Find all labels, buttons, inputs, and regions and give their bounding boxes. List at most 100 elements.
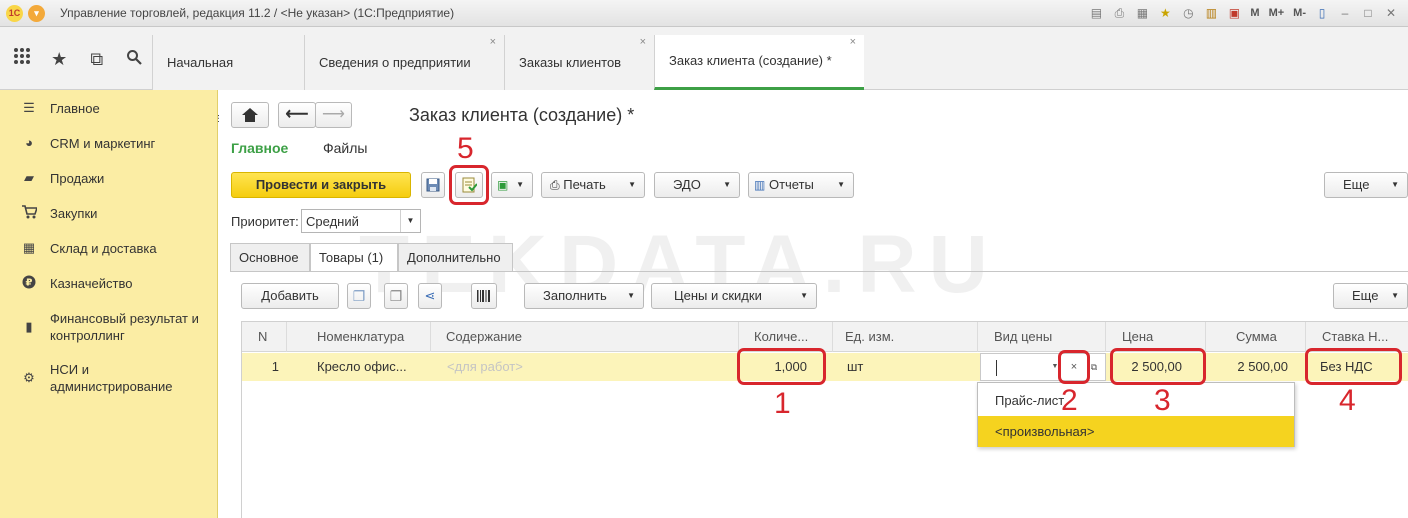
add-button[interactable]: Добавить xyxy=(241,283,339,309)
col-content[interactable]: Содержание xyxy=(431,322,739,352)
history-icon[interactable]: ⧉ xyxy=(79,41,115,77)
sidebar-item-treasury[interactable]: ₽ Казначейство xyxy=(0,275,218,293)
annotation-box-post xyxy=(449,165,489,205)
sidebar-item-purchases[interactable]: Закупки xyxy=(0,205,218,223)
svg-text:₽: ₽ xyxy=(26,278,33,289)
close-window-icon[interactable]: ✕ xyxy=(1382,4,1400,22)
save-icon[interactable]: ▤ xyxy=(1087,4,1105,22)
preview-icon[interactable]: ▦ xyxy=(1133,4,1151,22)
edo-button[interactable]: ЭДО xyxy=(654,172,740,198)
col-price-type[interactable]: Вид цены xyxy=(978,322,1106,352)
copy-rows-button[interactable]: ❐ xyxy=(384,283,408,309)
cell-sum[interactable]: 2 500,00 xyxy=(1206,353,1296,381)
home-button[interactable] xyxy=(231,102,269,128)
search-icon[interactable] xyxy=(117,41,153,77)
annotation-box-clear xyxy=(1058,350,1090,384)
main-menu-icon[interactable]: ▾ xyxy=(28,5,45,22)
priority-label: Приоритет: xyxy=(231,214,299,229)
create-based-on-button[interactable]: ▣ xyxy=(491,172,533,198)
annotation-number-1: 1 xyxy=(774,387,791,420)
cell-item[interactable]: Кресло офис... xyxy=(309,353,431,381)
copy-button[interactable]: ❐ xyxy=(347,283,371,309)
more-button[interactable]: Еще xyxy=(1324,172,1408,198)
ruble-icon: ₽ xyxy=(21,275,37,293)
tab-basic[interactable]: Основное xyxy=(230,243,310,271)
print-button[interactable]: ⎙ Печать xyxy=(541,172,645,198)
close-icon[interactable]: × xyxy=(490,35,496,49)
save-button[interactable] xyxy=(421,172,445,198)
calendar-icon[interactable]: ▣ xyxy=(1225,4,1243,22)
sidebar-item-warehouse[interactable]: ▦ Склад и доставка xyxy=(0,240,218,257)
tab-company-info[interactable]: Сведения о предприятии × xyxy=(304,35,504,90)
cell-unit[interactable]: шт xyxy=(839,353,969,381)
print-icon[interactable]: ⎙ xyxy=(1110,4,1128,22)
subtab-files[interactable]: Файлы xyxy=(323,140,367,156)
tabs-divider xyxy=(230,271,1408,272)
create-based-icon: ▣ xyxy=(497,178,509,192)
form-title: Заказ клиента (создание) * xyxy=(409,105,635,125)
bag-icon: ▰ xyxy=(24,170,34,185)
subtab-main[interactable]: Главное xyxy=(231,140,288,156)
forward-button[interactable]: ⟶ xyxy=(315,102,352,128)
tab-customer-orders[interactable]: Заказы клиентов × xyxy=(504,35,654,90)
chart-icon: ▮ xyxy=(25,319,33,334)
cell-content[interactable]: <для работ> xyxy=(439,353,729,381)
memory-plus-button[interactable]: M+ xyxy=(1267,4,1287,22)
top-icons: ★ ⧉ xyxy=(0,27,152,90)
post-and-close-button[interactable]: Провести и закрыть xyxy=(231,172,411,198)
annotation-number-5: 5 xyxy=(457,132,474,165)
col-unit[interactable]: Ед. изм. xyxy=(833,322,978,352)
sidebar-item-crm[interactable]: ◕ CRM и маркетинг xyxy=(0,135,218,152)
sidebar-item-main[interactable]: ☰ Главное xyxy=(0,100,218,117)
price-type-dropdown: Прайс-лист <произвольная> xyxy=(977,382,1295,447)
close-icon[interactable]: × xyxy=(850,35,856,49)
tab-customer-order-new[interactable]: Заказ клиента (создание) * × xyxy=(654,35,864,90)
split-button[interactable]: ⋖ xyxy=(418,283,442,309)
window-tabs: Начальная страница Сведения о предприяти… xyxy=(152,35,864,125)
option-arbitrary[interactable]: <произвольная> xyxy=(978,416,1294,447)
close-icon[interactable]: × xyxy=(640,35,646,49)
annotation-box-vat xyxy=(1305,348,1402,385)
history-icon[interactable]: ◷ xyxy=(1179,4,1197,22)
prices-discounts-button[interactable]: Цены и скидки xyxy=(651,283,817,309)
annotation-number-3: 3 xyxy=(1154,384,1171,417)
option-price-list[interactable]: Прайс-лист xyxy=(978,385,1294,416)
calculator-icon[interactable]: ▥ xyxy=(1202,4,1220,22)
goods-more-button[interactable]: Еще xyxy=(1333,283,1408,309)
chevron-down-icon[interactable]: ▼ xyxy=(400,210,420,232)
reports-button[interactable]: ▥ Отчеты xyxy=(748,172,854,198)
memory-m-button[interactable]: M xyxy=(1248,4,1261,22)
col-n[interactable]: N xyxy=(242,322,287,352)
1c-logo-icon[interactable]: 1С xyxy=(6,5,23,22)
sidebar-item-admin[interactable]: ⚙ НСИ и администрирование xyxy=(0,361,218,395)
barcode-button[interactable] xyxy=(471,283,497,309)
maximize-icon[interactable]: □ xyxy=(1359,4,1377,22)
priority-select[interactable]: Средний ▼ xyxy=(301,209,421,233)
annotation-box-price xyxy=(1110,348,1206,385)
cart-icon xyxy=(21,205,38,223)
warehouse-icon: ▦ xyxy=(22,240,36,255)
form-area: TEKDATA.RU ⟵ ⟶ Заказ клиента (создание) … xyxy=(219,90,1408,518)
favorites-icon[interactable]: ★ xyxy=(1156,4,1174,22)
sidebar-item-sales[interactable]: ▰ Продажи xyxy=(0,170,218,187)
apps-grid-icon[interactable] xyxy=(4,41,40,77)
title-bar: 1С ▾ Управление торговлей, редакция 11.2… xyxy=(0,0,1408,27)
open-windows-panel: ★ ⧉ Начальная страница Сведения о предпр… xyxy=(0,27,1408,125)
star-icon[interactable]: ★ xyxy=(42,41,78,77)
tab-goods[interactable]: Товары (1) xyxy=(310,243,398,272)
tab-additional[interactable]: Дополнительно xyxy=(398,243,513,271)
sections-sidebar: ☰ Главное ◕ CRM и маркетинг ▰ Продажи За… xyxy=(0,90,218,518)
col-item[interactable]: Номенклатура xyxy=(287,322,431,352)
panels-icon[interactable]: ▯ xyxy=(1313,4,1331,22)
minimize-icon[interactable]: – xyxy=(1336,4,1354,22)
pie-chart-icon: ◕ xyxy=(25,135,33,150)
reports-icon: ▥ xyxy=(754,178,766,192)
back-button[interactable]: ⟵ xyxy=(278,102,316,128)
tab-home-page[interactable]: Начальная страница xyxy=(152,35,304,125)
sidebar-item-finance[interactable]: ▮ Финансовый результат и контроллинг xyxy=(0,310,218,344)
gear-icon: ⚙ xyxy=(23,370,35,385)
fill-button[interactable]: Заполнить xyxy=(524,283,644,309)
col-sum[interactable]: Сумма xyxy=(1206,322,1306,352)
menu-icon: ☰ xyxy=(23,100,35,115)
memory-minus-button[interactable]: M- xyxy=(1291,4,1308,22)
